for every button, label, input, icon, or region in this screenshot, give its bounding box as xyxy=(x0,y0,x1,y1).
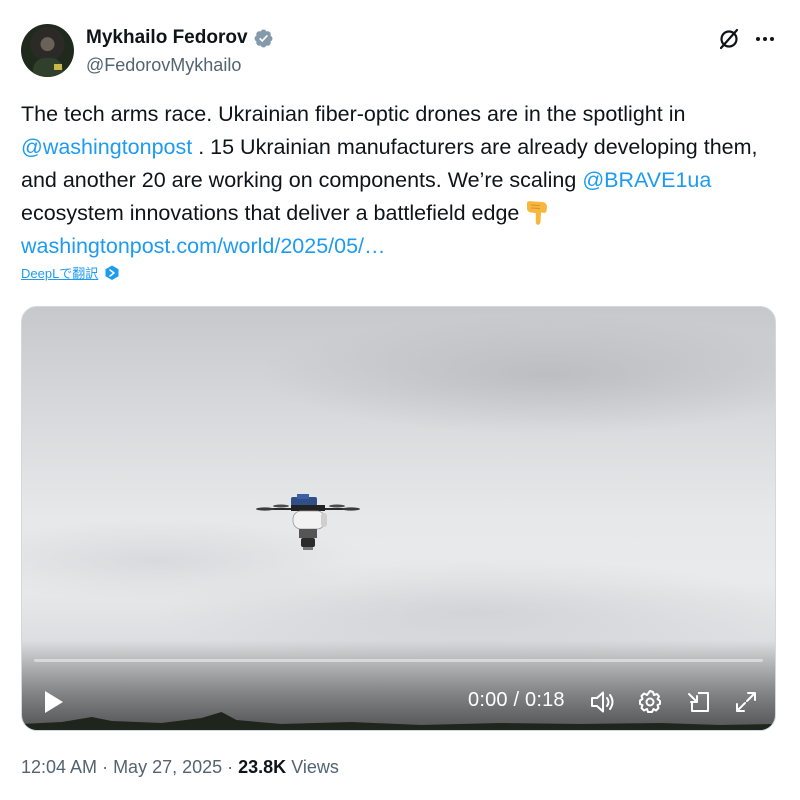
volume-button[interactable] xyxy=(587,687,617,717)
play-button[interactable] xyxy=(36,685,70,719)
tweet-text-part: ecosystem innovations that deliver a bat… xyxy=(21,201,520,225)
translate-link[interactable]: DeepLで翻訳 xyxy=(21,263,98,282)
tweet-text: The tech arms race. Ukrainian fiber-opti… xyxy=(21,98,781,263)
video-time-readout: 0:00 / 0:18 xyxy=(468,689,565,711)
tweet-date[interactable]: May 27, 2025 xyxy=(113,757,222,778)
author-display-name[interactable]: Mykhailo Fedorov xyxy=(86,27,248,49)
mention-brave1ua[interactable]: @BRAVE1ua xyxy=(582,168,711,192)
settings-icon xyxy=(639,690,661,713)
meta-separator: · xyxy=(102,757,109,777)
verified-badge-icon xyxy=(253,28,274,49)
pointing-down-emoji-icon xyxy=(523,200,551,226)
tweet-time[interactable]: 12:04 AM xyxy=(21,757,97,778)
meta-separator: · xyxy=(227,757,234,777)
avatar[interactable] xyxy=(21,24,74,77)
volume-icon xyxy=(591,691,614,713)
picture-in-picture-button[interactable] xyxy=(684,687,714,717)
settings-button[interactable] xyxy=(635,687,665,717)
video-player[interactable]: 0:00 / 0:18 xyxy=(21,306,776,731)
translate-row: DeepLで翻訳 xyxy=(21,263,120,282)
avatar-patch xyxy=(54,64,62,70)
play-icon xyxy=(45,691,63,713)
tweet-text-part: The tech arms race. Ukrainian fiber-opti… xyxy=(21,102,686,126)
author-name-row: Mykhailo Fedorov xyxy=(86,27,274,49)
external-article-link[interactable]: washingtonpost.com/world/2025/05/… xyxy=(21,234,386,258)
views-label: Views xyxy=(291,757,339,777)
views-count: 23.8K xyxy=(238,757,287,777)
more-options-icon[interactable] xyxy=(752,26,778,52)
grok-icon[interactable] xyxy=(716,26,742,52)
author-handle[interactable]: @FedorovMykhailo xyxy=(86,55,241,76)
mention-washingtonpost[interactable]: @washingtonpost xyxy=(21,135,192,159)
video-progress-bar[interactable] xyxy=(34,659,763,662)
tweet-meta: 12:04 AM · May 27, 2025 · 23.8K Views xyxy=(21,757,339,778)
fullscreen-icon xyxy=(736,692,756,712)
fullscreen-button[interactable] xyxy=(731,687,761,717)
deepl-icon[interactable] xyxy=(104,265,120,281)
drone-image xyxy=(256,494,360,550)
pip-icon xyxy=(688,692,709,712)
